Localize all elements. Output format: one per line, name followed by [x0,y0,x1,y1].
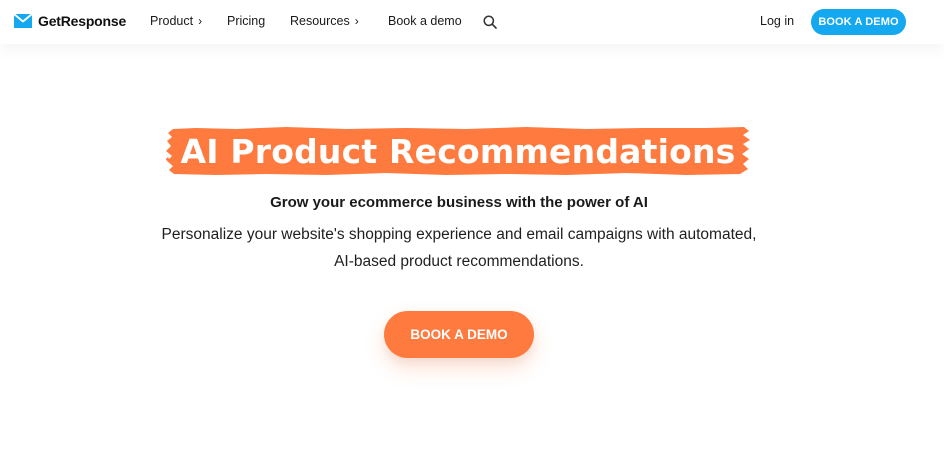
nav-item-resources[interactable]: Resources › [290,14,359,28]
hero-title: AI Product Recommendations [180,131,736,171]
hero-book-demo-button[interactable]: BOOK A DEMO [384,311,534,358]
envelope-logo-icon [13,13,33,28]
nav-label-pricing: Pricing [227,14,266,28]
hero-description-line-2: AI-based product recommendations. [334,253,584,270]
nav-label-product: Product [150,14,194,28]
nav-item-pricing[interactable]: Pricing [227,14,265,28]
logo-text: GetResponse [38,13,127,29]
hero-description: Personalize your website's shopping expe… [0,221,918,275]
login-link[interactable]: Log in [760,14,794,28]
chevron-right-icon: › [198,13,203,28]
hero-description-line-1: Personalize your website's shopping expe… [161,226,757,243]
header-book-demo-button[interactable]: BOOK A DEMO [811,9,906,35]
chevron-right-icon: › [354,13,359,28]
getresponse-logo[interactable]: GetResponse [13,13,126,29]
nav-label-book-a-demo: Book a demo [388,14,462,28]
hero-title-highlight: AI Product Recommendations [166,126,750,176]
hero-subtitle: Grow your ecommerce business with the po… [270,194,648,211]
nav-item-product[interactable]: Product › [150,14,202,28]
nav-item-book-a-demo[interactable]: Book a demo [388,14,462,28]
top-navigation-bar: GetResponse Product › Pricing Resources … [0,0,944,44]
nav-label-resources: Resources [290,14,350,28]
search-icon[interactable] [482,14,498,30]
